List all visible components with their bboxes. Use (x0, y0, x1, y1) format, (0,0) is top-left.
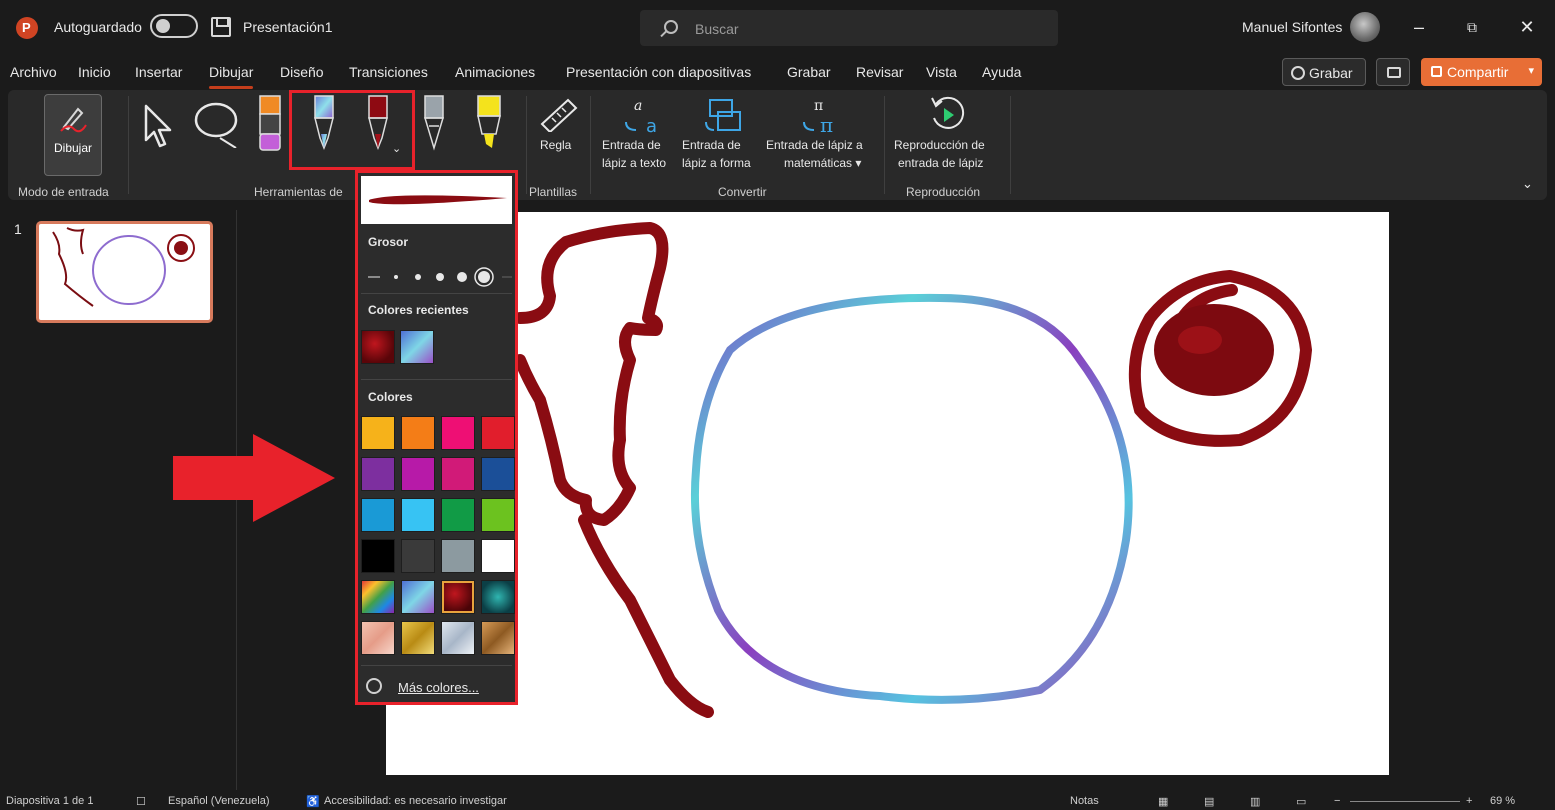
thickness-heading: Grosor (368, 235, 409, 249)
red-ink-stroke (578, 514, 714, 718)
thickness-options[interactable] (362, 265, 512, 289)
accessibility-label[interactable]: Accesibilidad: es necesario investigar (324, 795, 507, 807)
color-swatch[interactable] (441, 580, 475, 614)
color-swatch[interactable] (361, 416, 395, 450)
color-swatch[interactable] (441, 539, 475, 573)
color-swatch[interactable] (441, 498, 475, 532)
slide-sorter-icon[interactable]: ▤ (1204, 795, 1214, 808)
notes-button[interactable]: Notas (1070, 795, 1099, 807)
color-swatch[interactable] (401, 498, 435, 532)
recent-color-red-galaxy[interactable] (361, 330, 395, 364)
color-swatch[interactable] (481, 457, 515, 491)
popup-separator (361, 293, 512, 294)
zoom-slider[interactable] (1350, 801, 1460, 802)
color-swatch[interactable] (481, 621, 515, 655)
color-swatch[interactable] (361, 621, 395, 655)
zoom-in-icon[interactable]: + (1466, 795, 1472, 807)
color-swatch[interactable] (401, 539, 435, 573)
popup-separator (361, 665, 512, 666)
colors-heading: Colores (368, 390, 413, 404)
color-swatch[interactable] (401, 621, 435, 655)
color-swatch[interactable] (401, 457, 435, 491)
color-swatch[interactable] (441, 457, 475, 491)
recent-color-blue-galaxy[interactable] (400, 330, 434, 364)
color-swatch[interactable] (481, 498, 515, 532)
color-swatch[interactable] (361, 539, 395, 573)
color-swatch[interactable] (361, 580, 395, 614)
color-swatch[interactable] (361, 457, 395, 491)
color-swatch[interactable] (401, 416, 435, 450)
color-swatch[interactable] (361, 498, 395, 532)
ink-drawings (514, 222, 1313, 718)
palette-icon (366, 678, 382, 694)
spelling-icon[interactable]: ☐ (136, 795, 146, 808)
recent-colors-heading: Colores recientes (368, 303, 469, 317)
red-ink-stroke (514, 222, 669, 526)
color-swatch[interactable] (481, 539, 515, 573)
zoom-level[interactable]: 69 % (1490, 795, 1515, 807)
slideshow-icon[interactable]: ▭ (1296, 795, 1306, 808)
color-swatch[interactable] (441, 621, 475, 655)
galaxy-ink-circle (690, 293, 1133, 704)
more-colors-label: Más colores... (398, 680, 479, 695)
popup-separator (361, 379, 512, 380)
color-swatch[interactable] (441, 416, 475, 450)
accessibility-icon[interactable]: ♿ (306, 795, 320, 808)
stroke-preview (361, 176, 512, 224)
status-bar: Diapositiva 1 de 1 ☐ Español (Venezuela)… (0, 792, 1555, 810)
color-swatch[interactable] (481, 416, 515, 450)
color-swatch[interactable] (401, 580, 435, 614)
red-arrow-icon (173, 434, 335, 522)
normal-view-icon[interactable]: ▦ (1158, 795, 1168, 808)
pen-color-popup: Grosor Colores recientes Colores Más col… (355, 170, 518, 705)
language-label[interactable]: Español (Venezuela) (168, 795, 270, 807)
zoom-out-icon[interactable]: − (1334, 795, 1340, 807)
color-swatch[interactable] (481, 580, 515, 614)
slide-info: Diapositiva 1 de 1 (6, 795, 94, 807)
reading-view-icon[interactable]: ▥ (1250, 795, 1260, 808)
